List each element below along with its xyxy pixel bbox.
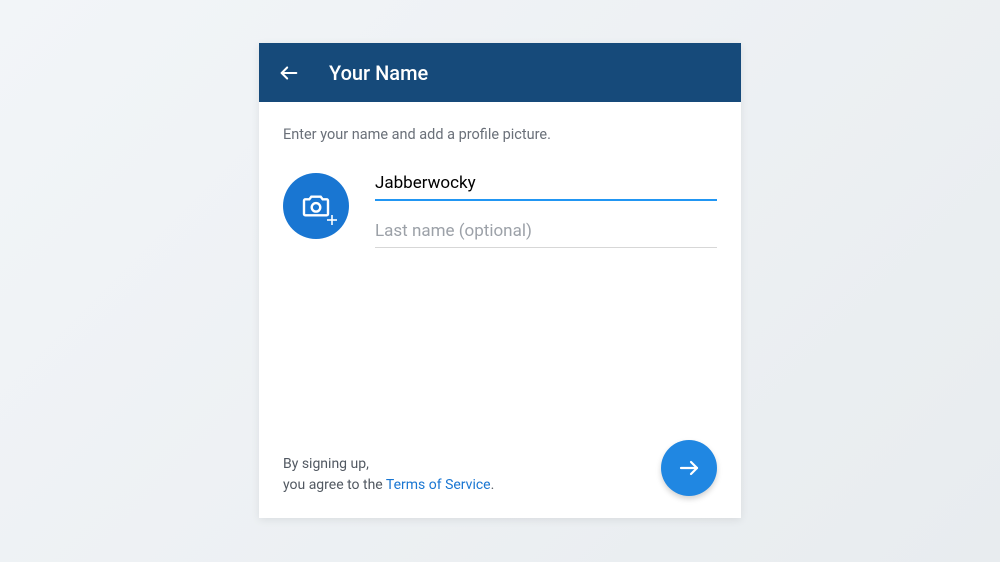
first-name-input[interactable] — [375, 167, 717, 201]
page-title: Your Name — [329, 61, 428, 85]
terms-line1: By signing up, — [283, 456, 369, 472]
back-button[interactable] — [277, 61, 301, 85]
last-name-input[interactable] — [375, 215, 717, 248]
arrow-right-icon — [677, 456, 701, 480]
name-form — [283, 167, 717, 248]
header-bar: Your Name — [259, 43, 741, 102]
name-fields — [375, 167, 717, 248]
footer: By signing up, you agree to the Terms of… — [283, 440, 717, 496]
add-photo-button[interactable] — [283, 173, 349, 239]
plus-icon — [327, 215, 337, 225]
terms-of-service-link[interactable]: Terms of Service — [386, 477, 491, 493]
arrow-left-icon — [278, 62, 300, 84]
next-button[interactable] — [661, 440, 717, 496]
terms-period: . — [491, 477, 495, 493]
instruction-text: Enter your name and add a profile pictur… — [283, 126, 717, 143]
signup-name-card: Your Name Enter your name and add a prof… — [259, 43, 741, 518]
terms-text: By signing up, you agree to the Terms of… — [283, 454, 494, 496]
terms-line2-prefix: you agree to the — [283, 477, 386, 493]
